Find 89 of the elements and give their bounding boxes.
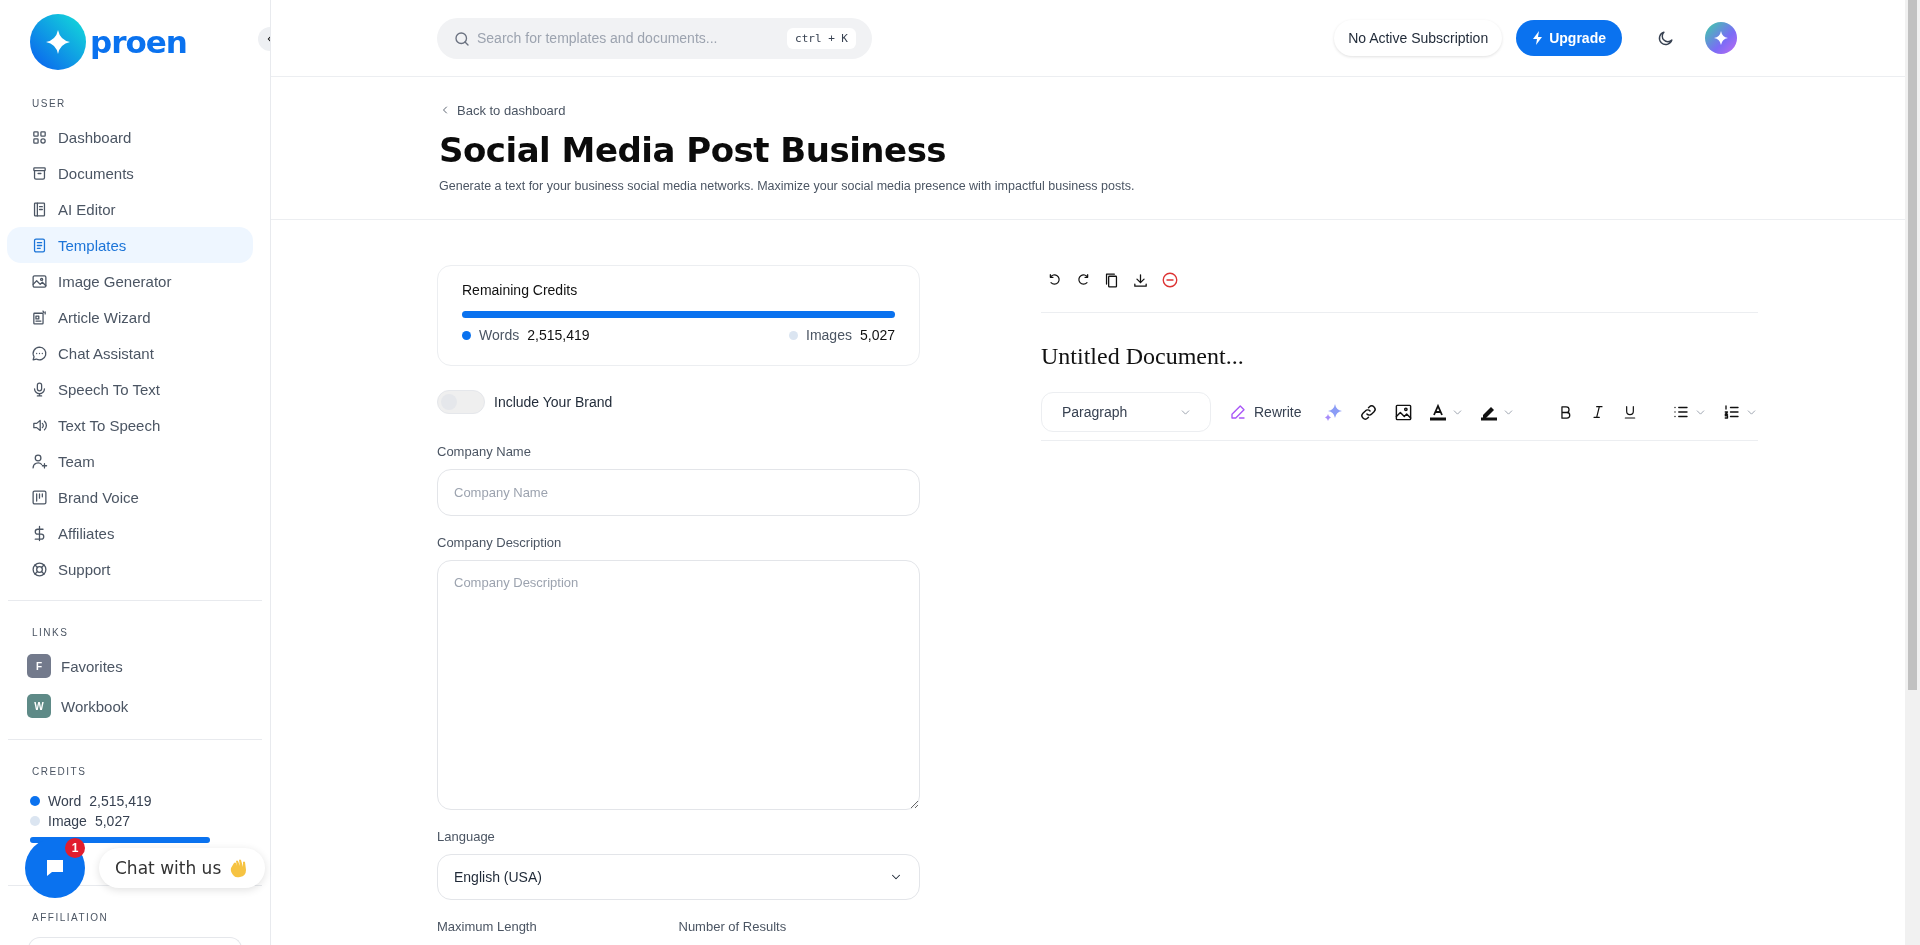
download-button[interactable] <box>1132 271 1149 289</box>
scrollbar[interactable] <box>1908 0 1917 690</box>
card-title: Remaining Credits <box>462 282 579 298</box>
field-label: Maximum Length <box>437 919 538 934</box>
chat-bubble-icon <box>31 344 48 362</box>
redo-button[interactable] <box>1075 272 1091 288</box>
logo-icon <box>30 14 86 70</box>
nav-item[interactable]: Brand Voice <box>7 479 253 515</box>
link-item[interactable]: Favorites <box>61 657 123 675</box>
rewrite-button[interactable]: Rewrite <box>1229 403 1302 421</box>
nav-item[interactable]: Documents <box>7 155 253 191</box>
block-style-select[interactable]: Paragraph <box>1041 392 1211 432</box>
credit-value: 2,515,419 <box>527 327 590 343</box>
archive-icon <box>31 164 48 182</box>
section-title: LINKS <box>31 627 70 638</box>
notification-badge: 1 <box>65 838 85 858</box>
upgrade-button[interactable]: Upgrade <box>1516 20 1622 56</box>
link-icon <box>1359 402 1379 422</box>
field-label: Company Name <box>437 444 532 459</box>
nav-item[interactable]: Dashboard <box>7 119 253 155</box>
nav-item[interactable]: Team <box>7 443 253 479</box>
document-title[interactable]: Untitled Document... <box>1041 343 1759 370</box>
language-select[interactable]: English (USA) <box>437 854 920 900</box>
sparkle-icon <box>1713 30 1729 46</box>
text-color-icon <box>1429 403 1448 421</box>
credit-value: 2,515,419 <box>89 793 152 809</box>
credit-label: Words <box>479 327 520 343</box>
lifebuoy-icon <box>31 560 48 578</box>
text-field[interactable]: Company Name <box>437 469 920 516</box>
board-icon <box>31 488 48 506</box>
minus-circle-icon <box>1161 271 1179 289</box>
section-title: AFFILIATION <box>31 912 110 923</box>
numbered-list-button[interactable] <box>1723 403 1742 421</box>
link-item[interactable]: Workbook <box>61 697 129 715</box>
link-badge: F <box>27 654 51 678</box>
page-description: Generate a text for your business social media networks. Maximize your social media presence with impactful business posts. <box>439 179 1136 193</box>
image-icon <box>31 272 48 290</box>
chat-prompt[interactable]: Chat with us <box>99 848 266 888</box>
credit-value: 5,027 <box>94 813 130 829</box>
pencil-icon <box>1229 403 1247 421</box>
lightning-icon <box>1532 31 1545 45</box>
redo-icon <box>1075 272 1091 288</box>
delete-button[interactable] <box>1161 271 1179 289</box>
back-link[interactable]: Back to dashboard <box>439 102 566 118</box>
credit-value: 5,027 <box>859 327 895 343</box>
text-color-button[interactable] <box>1429 403 1448 421</box>
document-icon <box>31 236 48 254</box>
logo-text: proen <box>90 24 187 60</box>
toggle-switch[interactable] <box>437 390 485 414</box>
credit-label: Images <box>806 327 852 343</box>
page-title: Social Media Post Business <box>439 130 948 170</box>
search-icon <box>453 29 471 48</box>
download-icon <box>1132 271 1149 289</box>
nav-item[interactable]: Templates <box>7 227 253 263</box>
undo-button[interactable] <box>1047 272 1063 288</box>
link-button[interactable] <box>1359 402 1379 422</box>
user-plus-icon <box>31 452 48 470</box>
nav-item[interactable]: Support <box>7 551 253 587</box>
subscription-button[interactable]: No Active Subscription <box>1334 20 1503 56</box>
copy-button[interactable] <box>1103 271 1120 289</box>
numbered-list-icon <box>1723 403 1742 421</box>
nav-item[interactable]: Affiliates <box>7 515 253 551</box>
credit-label: Image <box>48 813 87 829</box>
nav-item[interactable]: Article Wizard <box>7 299 253 335</box>
nav-item[interactable]: Text To Speech <box>7 407 253 443</box>
copy-icon <box>1103 271 1120 289</box>
link-badge: W <box>27 694 51 718</box>
image-button[interactable] <box>1394 402 1414 422</box>
nav-item[interactable]: Image Generator <box>7 263 253 299</box>
chat-button[interactable]: 1 <box>25 838 85 898</box>
text-area[interactable]: Company Description <box>437 560 920 810</box>
credit-label: Word <box>48 793 82 809</box>
field-label: Company Description <box>437 535 563 550</box>
nav-item[interactable]: Speech To Text <box>7 371 253 407</box>
nav-item[interactable]: AI Editor <box>7 191 253 227</box>
undo-icon <box>1047 272 1063 288</box>
field-label: Number of Results <box>678 919 788 934</box>
section-title: CREDITS <box>31 766 88 777</box>
notebook-icon <box>31 200 48 218</box>
image-icon <box>1394 402 1414 422</box>
field-label: Language <box>437 829 496 844</box>
grid-icon <box>31 128 48 146</box>
section-title: USER <box>31 98 67 109</box>
toggle-label: Include Your Brand <box>494 394 613 410</box>
microphone-icon <box>31 380 48 398</box>
avatar-button[interactable] <box>1705 22 1737 54</box>
article-icon <box>31 308 48 326</box>
nav-item[interactable]: Chat Assistant <box>7 335 253 371</box>
chat-icon <box>44 857 66 879</box>
